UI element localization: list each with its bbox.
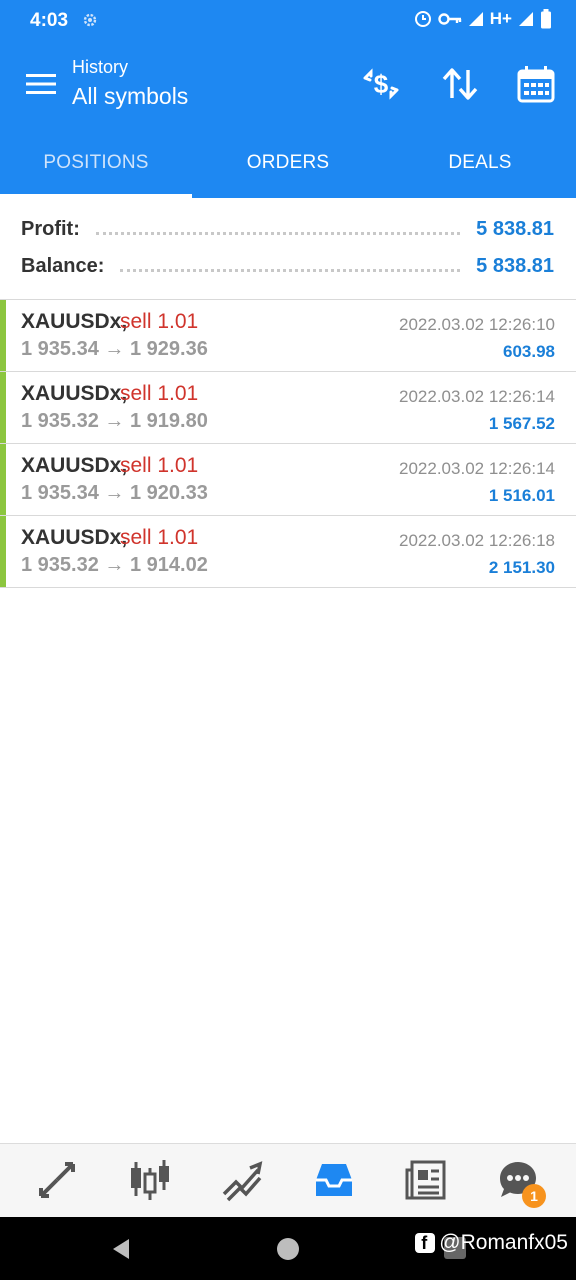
menu-icon[interactable] bbox=[26, 72, 58, 96]
back-icon[interactable] bbox=[109, 1237, 133, 1261]
header-titles[interactable]: History All symbols bbox=[72, 56, 188, 112]
alarm-icon bbox=[414, 11, 431, 27]
balance-value: 5 838.81 bbox=[476, 254, 554, 277]
position-symbol: XAUUSDx, bbox=[21, 454, 128, 477]
svg-text:$: $ bbox=[374, 69, 389, 99]
header-subtitle: History bbox=[72, 57, 129, 77]
position-profit: 1 567.52 bbox=[488, 414, 555, 433]
balance-row: Balance: 5 838.81 bbox=[21, 251, 554, 281]
chat-button[interactable]: 1 bbox=[496, 1158, 546, 1208]
calendar-icon[interactable] bbox=[516, 64, 556, 104]
position-symbol: XAUUSDx, bbox=[21, 526, 128, 549]
system-navigation: f @Romanfx05 bbox=[0, 1217, 576, 1280]
news-icon[interactable] bbox=[404, 1158, 448, 1202]
tab-bar: POSITIONS ORDERS DEALS bbox=[0, 128, 576, 198]
position-symbol: XAUUSDx, bbox=[21, 382, 128, 405]
home-button[interactable] bbox=[277, 1238, 299, 1260]
position-side: sell 1.01 bbox=[120, 526, 199, 549]
position-indicator bbox=[0, 372, 6, 443]
position-indicator bbox=[0, 516, 6, 587]
bottom-navigation: 1 bbox=[0, 1143, 576, 1217]
trade-icon[interactable] bbox=[220, 1158, 264, 1202]
tab-orders[interactable]: ORDERS bbox=[192, 128, 384, 198]
watermark: f @Romanfx05 bbox=[415, 1231, 568, 1255]
position-row[interactable]: XAUUSDx, sell 1.01 1 935.34 → 1 920.33 2… bbox=[0, 444, 576, 516]
position-datetime: 2022.03.02 12:26:14 bbox=[399, 459, 555, 478]
quotes-icon[interactable] bbox=[35, 1158, 79, 1202]
positions-list: XAUUSDx, sell 1.01 1 935.34 → 1 929.36 2… bbox=[0, 300, 576, 588]
position-side: sell 1.01 bbox=[120, 382, 199, 405]
status-icons: H+ bbox=[414, 9, 552, 29]
history-icon[interactable] bbox=[312, 1158, 356, 1202]
position-side: sell 1.01 bbox=[120, 454, 199, 477]
position-prices: 1 935.34 → 1 929.36 bbox=[21, 338, 208, 360]
position-datetime: 2022.03.02 12:26:14 bbox=[399, 387, 555, 406]
tab-deals[interactable]: DEALS bbox=[384, 128, 576, 198]
dotted-leader bbox=[95, 223, 461, 235]
tab-positions[interactable]: POSITIONS bbox=[0, 128, 192, 198]
page-title: All symbols bbox=[72, 83, 189, 109]
status-time: 4:03 bbox=[30, 10, 69, 31]
position-profit: 2 151.30 bbox=[488, 558, 555, 577]
currency-exchange-icon[interactable]: $ bbox=[361, 64, 401, 104]
position-profit: 1 516.01 bbox=[488, 486, 555, 505]
watermark-text: @Romanfx05 bbox=[439, 1231, 568, 1254]
sort-icon[interactable] bbox=[440, 64, 480, 104]
profit-row: Profit: 5 838.81 bbox=[21, 214, 554, 244]
position-row[interactable]: XAUUSDx, sell 1.01 1 935.32 → 1 919.80 2… bbox=[0, 372, 576, 444]
status-bar: 4:03 H+ bbox=[0, 0, 576, 42]
position-prices: 1 935.32 → 1 919.80 bbox=[21, 410, 208, 432]
position-profit: 603.98 bbox=[503, 342, 555, 361]
profit-label: Profit: bbox=[21, 217, 80, 240]
position-prices: 1 935.34 → 1 920.33 bbox=[21, 482, 208, 504]
balance-label: Balance: bbox=[21, 254, 105, 277]
position-row[interactable]: XAUUSDx, sell 1.01 1 935.34 → 1 929.36 2… bbox=[0, 300, 576, 372]
dotted-leader bbox=[120, 260, 461, 272]
network-type: H+ bbox=[489, 9, 512, 28]
position-indicator bbox=[0, 444, 6, 515]
position-datetime: 2022.03.02 12:26:10 bbox=[399, 315, 555, 334]
settings-gear-icon bbox=[83, 13, 97, 27]
chat-badge: 1 bbox=[522, 1184, 546, 1208]
account-summary: Profit: 5 838.81 Balance: 5 838.81 bbox=[0, 198, 576, 300]
app-bar: History All symbols $ bbox=[0, 42, 576, 128]
facebook-icon: f bbox=[415, 1233, 436, 1253]
battery-icon bbox=[541, 9, 551, 29]
position-indicator bbox=[0, 300, 6, 371]
position-row[interactable]: XAUUSDx, sell 1.01 1 935.32 → 1 914.02 2… bbox=[0, 516, 576, 588]
profit-value: 5 838.81 bbox=[476, 217, 554, 240]
signal-icon-2 bbox=[519, 12, 533, 26]
position-symbol: XAUUSDx, bbox=[21, 310, 128, 333]
chart-icon[interactable] bbox=[128, 1158, 172, 1202]
position-side: sell 1.01 bbox=[120, 310, 199, 333]
signal-icon bbox=[468, 12, 483, 26]
position-datetime: 2022.03.02 12:26:18 bbox=[399, 531, 555, 550]
position-prices: 1 935.32 → 1 914.02 bbox=[21, 554, 208, 576]
key-icon bbox=[438, 13, 461, 25]
